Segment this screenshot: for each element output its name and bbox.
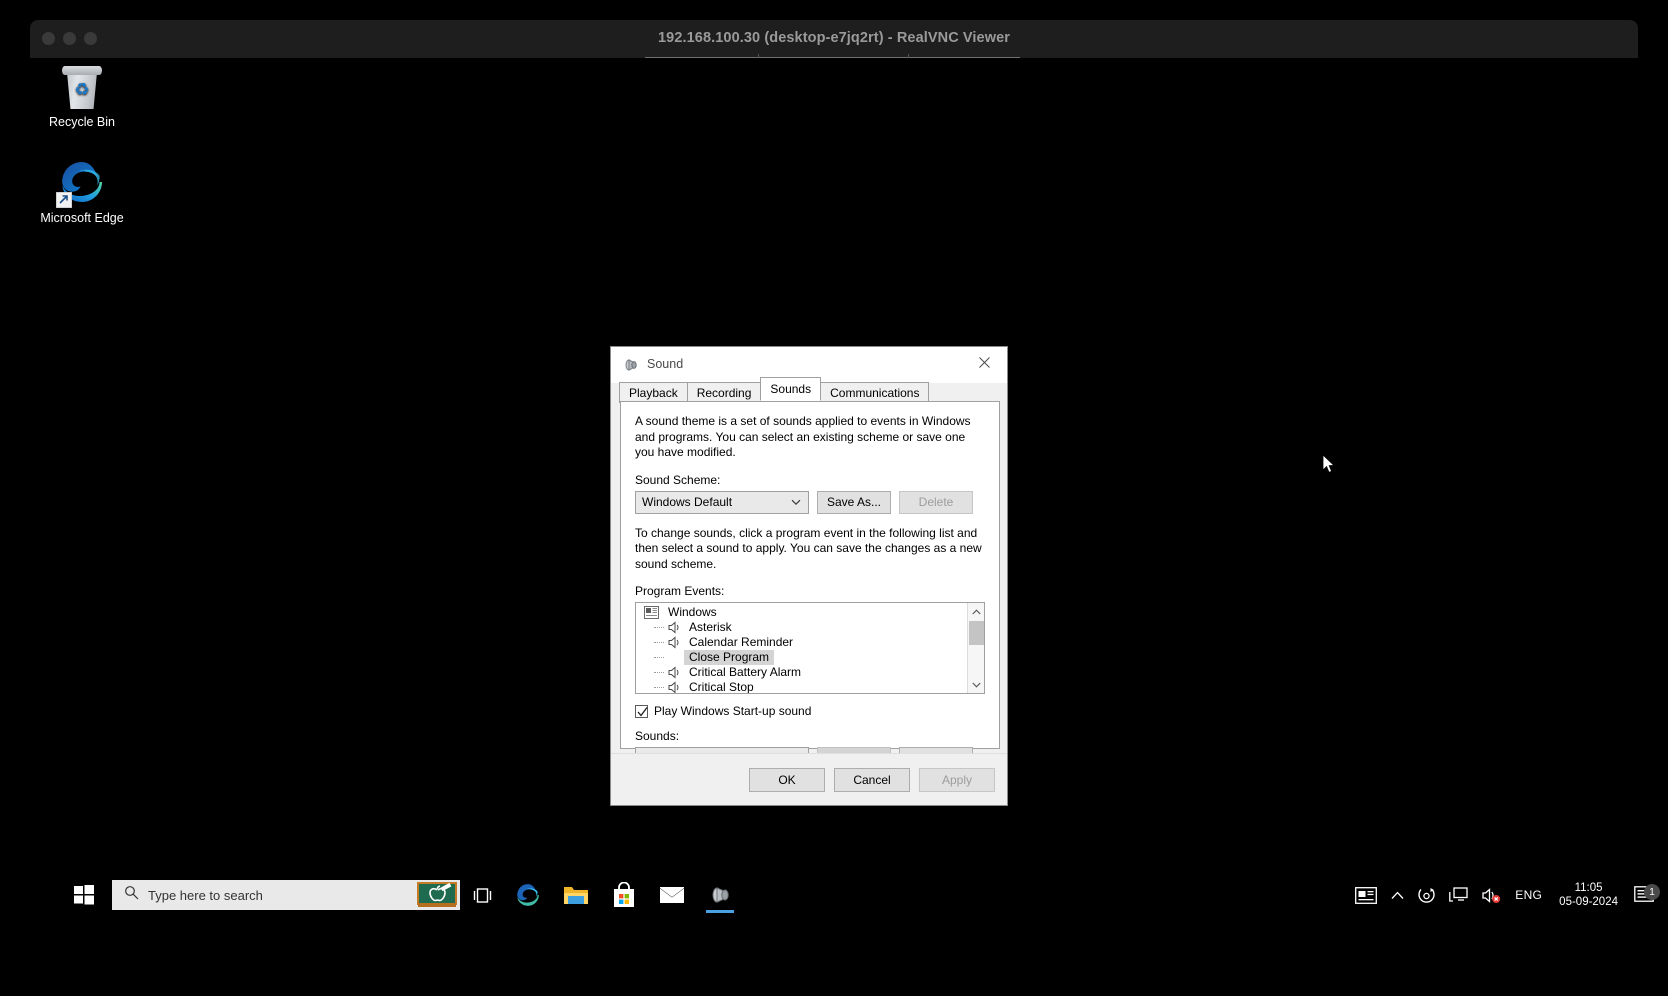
taskbar-app-microsoft-edge[interactable] [504,876,552,914]
desktop-icon-recycle-bin[interactable]: ♻ Recycle Bin [38,64,126,129]
task-view-button[interactable] [460,876,504,914]
tree-line [654,665,668,680]
startup-sound-checkbox-row[interactable]: Play Windows Start-up sound [635,704,985,718]
speaker-icon [668,621,682,634]
desktop-icon-microsoft-edge[interactable]: Microsoft Edge [38,158,126,225]
windows-logo-icon [74,885,94,905]
apply-button: Apply [919,768,995,792]
list-item[interactable]: Calendar Reminder [642,635,967,650]
close-icon[interactable] [962,347,1007,377]
change-sounds-text: To change sounds, click a program event … [635,526,985,573]
clock-time: 11:05 [1575,881,1603,895]
list-scrollbar[interactable] [967,603,984,693]
intro-text: A sound theme is a set of sounds applied… [635,414,985,461]
desktop-icon-label: Recycle Bin [49,115,115,129]
speaker-icon [668,666,682,679]
notification-center-button[interactable]: 1 [1628,886,1664,904]
cancel-button[interactable]: Cancel [834,768,910,792]
tab-sounds[interactable]: Sounds [760,377,821,401]
search-input[interactable]: Type here to search [112,880,460,910]
sound-speaker-icon [708,884,732,906]
taskbar-app-sound-settings[interactable] [696,876,744,914]
list-item[interactable]: Critical Battery Alarm [642,665,967,680]
chevron-down-icon [791,495,801,509]
clock[interactable]: 11:05 05-09-2024 [1549,876,1628,914]
tree-line [654,680,668,694]
speaker-icon [668,681,682,694]
startup-sound-label: Play Windows Start-up sound [654,704,811,718]
list-item-label: Critical Stop [684,680,759,694]
scroll-down-icon[interactable] [968,676,985,693]
tab-playback[interactable]: Playback [619,382,688,403]
sound-scheme-row: Windows Default Save As... Delete [635,491,985,514]
sound-scheme-label: Sound Scheme: [635,473,985,487]
list-item-label: Windows [663,605,722,620]
mail-icon [659,885,685,905]
list-item-label: Asterisk [684,620,737,635]
remote-desktop: ♻ Recycle Bin [30,58,1638,936]
program-events-list[interactable]: Windows Asterisk [635,602,985,694]
microsoft-store-icon [612,882,636,908]
microsoft-edge-icon [515,882,541,908]
taskbar-app-microsoft-store[interactable] [600,876,648,914]
sound-dialog: Sound Playback Recording Sounds Communic… [610,346,1008,806]
taskbar-app-file-explorer[interactable] [552,876,600,914]
language-indicator[interactable]: ENG [1508,876,1549,914]
start-button[interactable] [60,876,108,914]
vnc-server-icon[interactable] [1411,876,1442,914]
sounds-label: Sounds: [635,729,985,743]
chalkboard-apple-icon[interactable] [417,882,457,908]
show-hidden-icons-chevron-icon[interactable] [1384,876,1411,914]
sound-speaker-icon [623,357,639,373]
list-item-label: Critical Battery Alarm [684,665,806,680]
task-view-icon [473,887,492,904]
sound-scheme-value: Windows Default [642,495,732,509]
sound-scheme-select[interactable]: Windows Default [635,491,809,514]
delete-scheme-button: Delete [899,491,973,514]
tab-recording[interactable]: Recording [687,382,762,403]
startup-sound-checkbox[interactable] [635,705,648,718]
dialog-footer: OK Cancel Apply [611,753,1007,805]
mouse-cursor [1322,454,1336,479]
clock-date: 05-09-2024 [1559,895,1618,909]
list-item-label: Calendar Reminder [684,635,798,650]
save-as-button[interactable]: Save As... [817,491,891,514]
tab-communications[interactable]: Communications [820,382,929,403]
speaker-icon [668,636,682,649]
recycle-bin-icon: ♻ [60,64,104,110]
news-and-interests-icon[interactable] [1348,876,1384,914]
list-item[interactable]: Asterisk [642,620,967,635]
system-tray: ENG 11:05 05-09-2024 1 [1348,876,1668,914]
notification-badge: 1 [1644,884,1660,900]
search-placeholder: Type here to search [148,888,417,903]
realvnc-viewer-window: 192.168.100.30 (desktop-e7jq2rt) - RealV… [0,0,1668,996]
speaker-icon-placeholder [668,651,682,664]
sounds-tab-panel: A sound theme is a set of sounds applied… [620,401,1000,749]
taskbar: Type here to search [60,876,1668,914]
microsoft-edge-icon [58,158,106,206]
program-events-items: Windows Asterisk [636,603,967,693]
desktop-icon-label: Microsoft Edge [40,211,123,225]
dialog-title: Sound [647,357,683,371]
windows-folder-icon [644,606,659,619]
file-explorer-icon [563,883,589,907]
tree-line [654,650,668,665]
volume-muted-icon[interactable] [1475,876,1508,914]
scroll-up-icon[interactable] [968,603,985,620]
scrollbar-thumb[interactable] [969,621,984,645]
vnc-window-title: 192.168.100.30 (desktop-e7jq2rt) - RealV… [30,30,1638,46]
program-events-label: Program Events: [635,584,985,598]
ok-button[interactable]: OK [749,768,825,792]
network-monitor-icon[interactable] [1442,876,1475,914]
list-item-label: Close Program [684,650,774,665]
tree-line [654,620,668,635]
search-icon [124,885,139,905]
list-item[interactable]: Windows [642,605,967,620]
list-item[interactable]: Critical Stop [642,680,967,694]
vnc-titlebar[interactable]: 192.168.100.30 (desktop-e7jq2rt) - RealV… [30,20,1638,58]
taskbar-app-mail[interactable] [648,876,696,914]
list-item-selected[interactable]: Close Program [642,650,967,665]
dialog-tabs[interactable]: Playback Recording Sounds Communications [611,379,1007,402]
tree-line [654,635,668,650]
